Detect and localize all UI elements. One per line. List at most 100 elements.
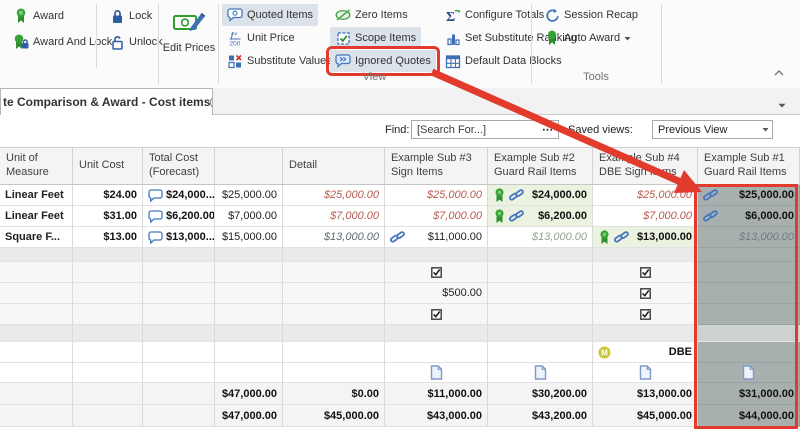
grid-cell[interactable] (143, 383, 215, 405)
grid-cell[interactable] (593, 363, 698, 383)
grid-cell[interactable] (385, 304, 488, 325)
grid-cell[interactable]: $0.00 (283, 383, 385, 405)
grid-cell[interactable]: $13,000.00 (283, 227, 385, 248)
grid-cell[interactable] (698, 262, 800, 283)
configure-totals-button[interactable]: Σ Configure Totals (440, 4, 549, 26)
grid-cell[interactable]: $13,000.00 (593, 383, 698, 405)
grid-cell[interactable] (488, 248, 593, 262)
column-header-example-sub-4-dbe-sign-items[interactable]: Example Sub #4 DBE Sign Items (593, 148, 698, 185)
grid-cell[interactable]: $25,000.00 (593, 185, 698, 206)
grid-cell[interactable] (488, 363, 593, 383)
grid-cell[interactable] (698, 325, 800, 342)
grid-cell[interactable] (73, 325, 143, 342)
grid-cell[interactable]: $6,200.00 (143, 206, 215, 227)
grid-cell[interactable]: $13,000.00 (593, 227, 698, 248)
grid-cell[interactable]: $13,000.00 (488, 227, 593, 248)
search-input[interactable] (412, 124, 538, 136)
grid-cell[interactable] (0, 342, 73, 363)
grid-cell[interactable] (488, 342, 593, 363)
grid-cell[interactable] (0, 405, 73, 427)
default-data-blocks-button[interactable]: Default Data Blocks (440, 50, 567, 72)
lock-button[interactable]: Lock (104, 5, 157, 27)
grid-cell[interactable]: Linear Feet (0, 206, 73, 227)
grid-cell[interactable] (698, 363, 800, 383)
grid-cell[interactable] (143, 248, 215, 262)
grid-cell[interactable] (488, 283, 593, 304)
award-and-lock-button[interactable]: Award And Lock (8, 31, 117, 53)
session-recap-button[interactable]: Session Recap (539, 4, 643, 26)
grid-cell[interactable] (698, 304, 800, 325)
ignored-quotes-button[interactable]: Ignored Quotes (330, 50, 436, 72)
grid-cell[interactable] (593, 248, 698, 262)
column-header-unit-cost[interactable]: Unit Cost (73, 148, 143, 185)
grid-cell[interactable]: $25,000.00 (283, 185, 385, 206)
grid-cell[interactable] (215, 325, 283, 342)
grid-cell[interactable] (73, 342, 143, 363)
grid-cell[interactable]: $24,000.... (143, 185, 215, 206)
tab-quote-comparison[interactable]: te Comparison & Award - Cost items ✕ (0, 88, 213, 115)
grid-cell[interactable]: $25,000.00 (698, 185, 800, 206)
tab-close-icon[interactable]: ✕ (210, 95, 213, 110)
award-button[interactable]: Award (8, 5, 69, 27)
grid-cell[interactable] (488, 304, 593, 325)
unit-price-button[interactable]: ƒ²200 Unit Price (222, 27, 300, 49)
grid-cell[interactable] (0, 304, 73, 325)
grid-cell[interactable] (283, 342, 385, 363)
grid-cell[interactable]: $44,000.00 (698, 405, 800, 427)
grid-cell[interactable]: MDBE (593, 342, 698, 363)
column-header-detail[interactable]: Detail (283, 148, 385, 185)
grid-cell[interactable] (698, 248, 800, 262)
grid-cell[interactable]: $25,000.00 (385, 185, 488, 206)
grid-cell[interactable] (385, 262, 488, 283)
grid-cell[interactable] (215, 262, 283, 283)
grid-cell[interactable] (73, 363, 143, 383)
grid-cell[interactable]: $11,000.00 (385, 227, 488, 248)
grid-cell[interactable] (73, 304, 143, 325)
grid-cell[interactable] (215, 304, 283, 325)
auto-award-button[interactable]: Auto Award (539, 27, 636, 49)
grid-cell[interactable] (215, 342, 283, 363)
grid-cell[interactable]: $6,200.00 (488, 206, 593, 227)
grid-cell[interactable] (593, 283, 698, 304)
grid-cell[interactable]: $25,000.00 (215, 185, 283, 206)
checkbox-icon[interactable] (640, 309, 651, 320)
column-header-unit-of-measure[interactable]: Unit of Measure (0, 148, 73, 185)
grid-cell[interactable]: $24,000.00 (488, 185, 593, 206)
ribbon-collapse-chevron-icon[interactable] (771, 67, 787, 79)
grid-cell[interactable] (283, 262, 385, 283)
grid-cell[interactable] (593, 262, 698, 283)
column-header-example-sub-1-guard-rail-items[interactable]: Example Sub #1 Guard Rail Items (698, 148, 800, 185)
grid-cell[interactable] (143, 283, 215, 304)
grid-cell[interactable] (215, 248, 283, 262)
scope-items-button[interactable]: Scope Items (330, 27, 421, 49)
grid-cell[interactable]: $15,000.00 (215, 227, 283, 248)
grid-cell[interactable] (73, 405, 143, 427)
grid-cell[interactable] (0, 383, 73, 405)
grid-cell[interactable] (73, 248, 143, 262)
find-options-button[interactable]: ⋯ (538, 123, 558, 136)
grid-cell[interactable] (283, 325, 385, 342)
grid-cell[interactable] (283, 283, 385, 304)
grid-cell[interactable] (385, 363, 488, 383)
grid-cell[interactable] (488, 262, 593, 283)
grid-cell[interactable]: $7,000.00 (385, 206, 488, 227)
grid-cell[interactable] (283, 304, 385, 325)
zero-items-button[interactable]: Zero Items (330, 4, 413, 26)
grid-cell[interactable]: $7,000.00 (283, 206, 385, 227)
grid-cell[interactable] (698, 342, 800, 363)
grid-cell[interactable]: $24.00 (73, 185, 143, 206)
column-header-example-sub-3-sign-items[interactable]: Example Sub #3 Sign Items (385, 148, 488, 185)
grid-cell[interactable] (0, 363, 73, 383)
grid-cell[interactable] (385, 325, 488, 342)
grid-cell[interactable] (698, 283, 800, 304)
grid-cell[interactable]: Linear Feet (0, 185, 73, 206)
grid-cell[interactable]: $13.00 (73, 227, 143, 248)
grid-cell[interactable]: $500.00 (385, 283, 488, 304)
column-header-example-sub-2-guard-rail-items[interactable]: Example Sub #2 Guard Rail Items (488, 148, 593, 185)
grid-cell[interactable] (385, 248, 488, 262)
grid-cell[interactable] (143, 304, 215, 325)
grid-cell[interactable] (0, 283, 73, 304)
grid-cell[interactable] (215, 363, 283, 383)
grid-cell[interactable]: $47,000.00 (215, 405, 283, 427)
grid-cell[interactable] (593, 304, 698, 325)
